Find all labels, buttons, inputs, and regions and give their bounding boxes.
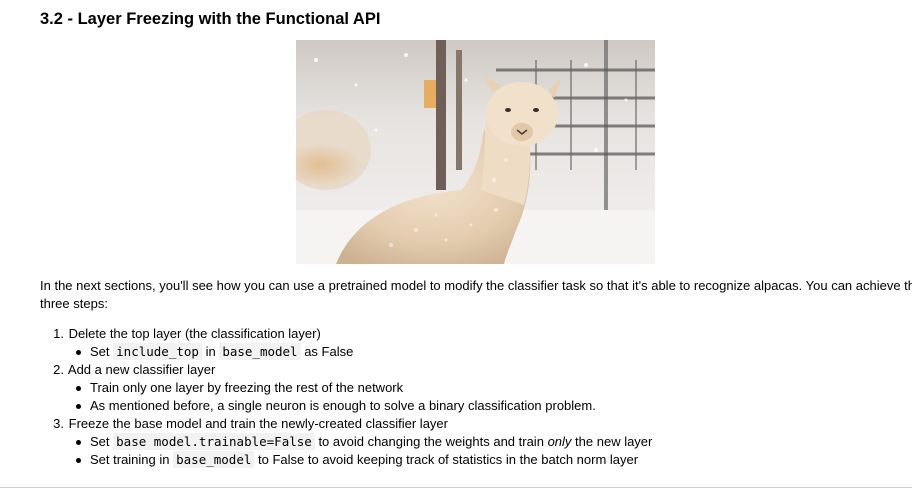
substep-text: Set xyxy=(90,344,110,359)
step-label: Freeze the base model and train the newl… xyxy=(68,416,448,431)
substep-list: Set base model.trainable=False to avoid … xyxy=(40,433,652,469)
intro-text: In the next sections, you'll see how you… xyxy=(40,278,912,293)
step-number: 2. xyxy=(53,362,64,377)
code-base-model: base_model xyxy=(219,343,301,360)
substep-item: Set training in base_model to False to a… xyxy=(40,451,652,469)
code-base-model: base_model xyxy=(173,451,255,468)
substep-text: in xyxy=(205,344,216,359)
substep-text: to False to avoid keeping track of stati… xyxy=(258,452,639,467)
substep-text: Set training in xyxy=(90,452,170,467)
substep-text: the new layer xyxy=(575,434,653,449)
emphasis-only: only xyxy=(547,434,572,449)
intro-paragraph: In the next sections, you'll see how you… xyxy=(40,277,912,313)
step-item: 1. Delete the top layer (the classificat… xyxy=(40,325,652,361)
bullet-icon xyxy=(76,440,81,445)
substep-item: Set base model.trainable=False to avoid … xyxy=(40,433,652,451)
step-label: Delete the top layer (the classification… xyxy=(68,326,321,341)
substep-list: Set include_top in base_model as False xyxy=(40,343,652,361)
substep-text: as False xyxy=(304,344,354,359)
bullet-icon xyxy=(76,386,81,391)
step-number: 3. xyxy=(53,416,64,431)
bottom-divider xyxy=(0,487,912,488)
substep-list: Train only one layer by freezing the res… xyxy=(40,379,652,415)
code-include-top: include_top xyxy=(113,343,202,360)
step-item: 3. Freeze the base model and train the n… xyxy=(40,415,652,469)
substep-text: to avoid changing the weights and train xyxy=(318,434,544,449)
alpaca-image xyxy=(296,40,655,264)
substep-text: Train only one layer by freezing the res… xyxy=(90,380,404,395)
bullet-icon xyxy=(76,458,81,463)
substep-item: Set include_top in base_model as False xyxy=(40,343,652,361)
substep-text: Set xyxy=(90,434,110,449)
bullet-icon xyxy=(76,404,81,409)
substep-item: Train only one layer by freezing the res… xyxy=(40,379,652,397)
substep-item: As mentioned before, a single neuron is … xyxy=(40,397,652,415)
intro-text-continued: three steps: xyxy=(40,296,108,311)
section-heading: 3.2 - Layer Freezing with the Functional… xyxy=(40,10,381,28)
substep-text: As mentioned before, a single neuron is … xyxy=(90,398,596,413)
bullet-icon xyxy=(76,350,81,355)
steps-list: 1. Delete the top layer (the classificat… xyxy=(40,325,652,469)
code-trainable: base model.trainable=False xyxy=(113,433,315,450)
step-label: Add a new classifier layer xyxy=(67,362,216,377)
step-item: 2. Add a new classifier layer Train only… xyxy=(40,361,652,415)
step-number: 1. xyxy=(53,326,64,341)
